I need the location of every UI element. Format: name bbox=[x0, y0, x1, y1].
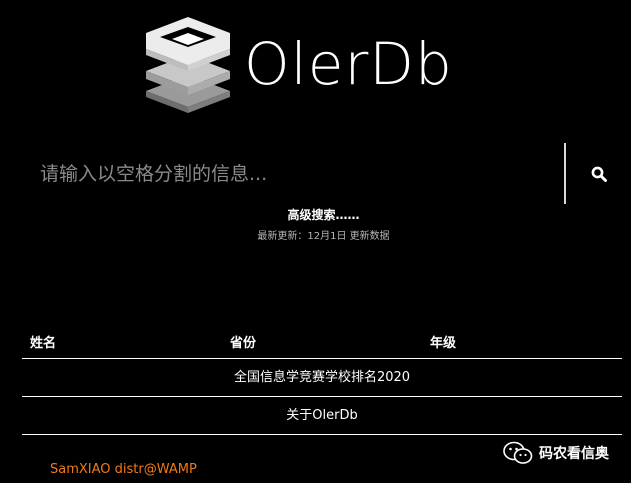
column-header-grade[interactable]: 年级 bbox=[430, 332, 456, 351]
search-icon bbox=[591, 166, 607, 182]
column-header-province[interactable]: 省份 bbox=[230, 332, 256, 351]
table-row-school-ranking[interactable]: 全国信息学竞赛学校排名2020 bbox=[22, 359, 622, 397]
advanced-search-link[interactable]: 高级搜索…… bbox=[0, 206, 631, 223]
wechat-icon bbox=[503, 441, 533, 464]
site-logo[interactable]: OlerDb bbox=[146, 14, 453, 114]
results-table: 姓名 省份 年级 全国信息学竞赛学校排名2020 关于OlerDb bbox=[22, 325, 622, 435]
stacked-layers-icon bbox=[146, 17, 230, 113]
table-header: 姓名 省份 年级 bbox=[22, 325, 622, 359]
search-bar bbox=[0, 143, 631, 204]
footer-credit: SamXIAO distr@WAMP bbox=[50, 462, 197, 477]
site-title: OlerDb bbox=[244, 30, 453, 98]
search-button[interactable] bbox=[566, 143, 631, 204]
page: OlerDb 高级搜索…… 最新更新：12月1日 更新数据 姓名 省份 年级 全… bbox=[0, 0, 631, 483]
table-row-about[interactable]: 关于OlerDb bbox=[22, 397, 622, 435]
watermark-text: 码农看信奥 bbox=[539, 446, 609, 462]
search-input[interactable] bbox=[0, 143, 563, 204]
wechat-watermark: 码农看信奥 bbox=[503, 441, 609, 465]
column-header-name[interactable]: 姓名 bbox=[30, 332, 56, 351]
latest-update-text: 最新更新：12月1日 更新数据 bbox=[257, 231, 390, 242]
